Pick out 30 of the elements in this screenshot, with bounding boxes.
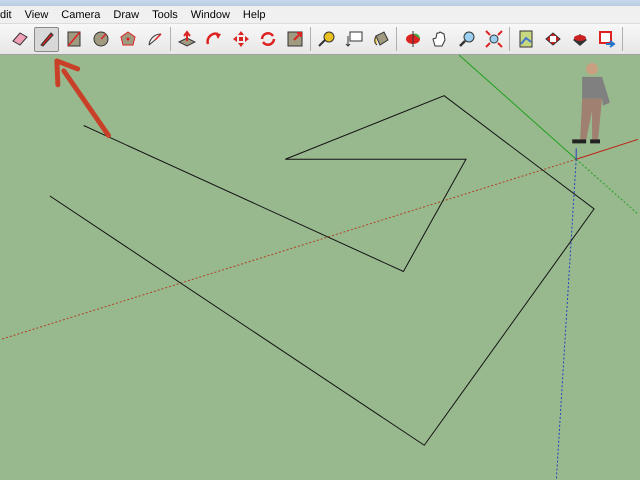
move-icon	[232, 30, 250, 48]
rectangle-icon	[64, 30, 82, 48]
y-axis-dotted-line	[576, 158, 638, 214]
menu-item[interactable]: View	[24, 8, 48, 20]
hand-icon	[430, 30, 448, 48]
eraser-icon	[10, 30, 28, 48]
menu-item[interactable]: Window	[190, 8, 230, 20]
paint-bucket-icon	[372, 30, 390, 48]
component-icon	[544, 30, 562, 48]
menu-item[interactable]: Draw	[113, 8, 140, 20]
menu-item[interactable]: Help	[242, 8, 266, 20]
z-axis-line	[576, 148, 577, 160]
pencil-icon	[38, 30, 56, 48]
tape-measure-icon	[318, 30, 336, 48]
text-label-icon	[344, 30, 362, 48]
tool-button[interactable]	[34, 26, 59, 52]
scale-icon	[286, 30, 304, 48]
share-model-icon	[598, 30, 616, 48]
magnifier-icon	[458, 30, 476, 48]
orbit-icon	[404, 30, 422, 48]
zoom-extents-icon	[484, 30, 502, 48]
menu-item[interactable]: Tools	[152, 8, 178, 20]
push-pull-icon	[178, 30, 196, 48]
rotate-icon	[258, 30, 276, 48]
menu-item[interactable]: dit	[0, 8, 12, 20]
x-axis-line	[576, 138, 638, 160]
map-icon	[516, 30, 534, 48]
circle-icon	[92, 30, 110, 48]
polygon-icon	[118, 30, 136, 48]
menu-item[interactable]: Camera	[61, 8, 100, 20]
